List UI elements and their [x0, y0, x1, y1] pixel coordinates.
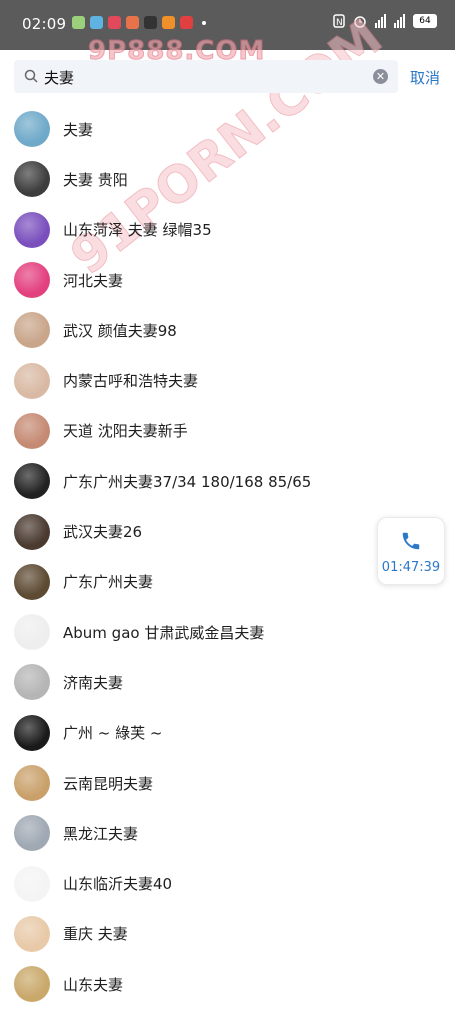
app-icon — [144, 16, 157, 29]
contact-name: 济南夫妻 — [63, 673, 124, 692]
list-item[interactable]: 河北夫妻 — [0, 255, 455, 305]
avatar[interactable] — [14, 664, 50, 701]
call-duration: 01:47:39 — [381, 560, 441, 575]
list-item[interactable]: 济南夫妻 — [0, 657, 455, 707]
contact-name: 内蒙古呼和浩特夫妻 — [63, 372, 199, 391]
avatar[interactable] — [14, 312, 50, 349]
avatar[interactable] — [14, 111, 50, 148]
search-input[interactable]: 夫妻 — [44, 67, 74, 88]
list-item[interactable]: 重庆 夫妻 — [0, 909, 455, 959]
contact-name: 武汉夫妻26 — [63, 523, 143, 542]
contact-name: 山东菏泽 夫妻 绿帽35 — [63, 221, 212, 240]
app-icon — [90, 16, 103, 29]
app-icon — [162, 16, 175, 29]
phone-icon — [402, 532, 420, 550]
list-item[interactable]: 广东广州夫妻37/34 180/168 85/65 — [0, 456, 455, 506]
avatar[interactable] — [14, 362, 50, 399]
status-time: 02:09 — [22, 15, 67, 33]
search-icon — [24, 69, 38, 83]
list-item[interactable]: 武汉 颜值夫妻98 — [0, 305, 455, 355]
signal-icon — [394, 14, 405, 28]
contact-name: 云南昆明夫妻 — [63, 774, 154, 793]
list-item[interactable]: 山东菏泽 夫妻 绿帽35 — [0, 205, 455, 255]
contact-name: 黑龙江夫妻 — [63, 824, 139, 843]
contact-name: Abum gao 甘肃武威金昌夫妻 — [63, 623, 265, 642]
avatar[interactable] — [14, 463, 50, 500]
avatar[interactable] — [14, 262, 50, 299]
contact-name: 河北夫妻 — [63, 271, 124, 290]
battery-icon: 64 — [413, 14, 437, 28]
contact-name: 天道 沈阳夫妻新手 — [63, 422, 188, 441]
list-item[interactable]: 山东临沂夫妻40 — [0, 858, 455, 908]
contact-name: 山东临沂夫妻40 — [63, 875, 173, 894]
avatar[interactable] — [14, 412, 50, 449]
signal-icon — [375, 14, 386, 28]
avatar[interactable] — [14, 714, 50, 751]
cancel-button[interactable]: 取消 — [410, 67, 440, 88]
contact-name: 山东夫妻 — [63, 975, 124, 994]
avatar[interactable] — [14, 161, 50, 198]
avatar[interactable] — [14, 966, 50, 1003]
avatar[interactable] — [14, 815, 50, 852]
contact-name: 武汉 颜值夫妻98 — [63, 321, 177, 340]
list-item[interactable]: 夫妻 贵阳 — [0, 154, 455, 204]
contact-name: 夫妻 贵阳 — [63, 170, 128, 189]
call-float-window[interactable]: 01:47:39 — [377, 517, 445, 585]
list-item[interactable]: 夫妻 — [0, 104, 455, 154]
avatar[interactable] — [14, 211, 50, 248]
contact-name: 广东广州夫妻 — [63, 573, 154, 592]
wechat-icon — [72, 16, 85, 29]
contact-name: 夫妻 — [63, 120, 94, 139]
app-icon — [108, 16, 121, 29]
avatar[interactable] — [14, 513, 50, 550]
avatar[interactable] — [14, 563, 50, 600]
list-item[interactable]: 内蒙古呼和浩特夫妻 — [0, 355, 455, 405]
list-item[interactable]: 云南昆明夫妻 — [0, 758, 455, 808]
contact-name: 重庆 夫妻 — [63, 925, 128, 944]
list-item[interactable]: 黑龙江夫妻 — [0, 808, 455, 858]
clear-icon[interactable]: ✕ — [373, 69, 388, 84]
contact-name: 广州 ~ 綠芙 ~ — [63, 724, 163, 743]
list-item[interactable]: 山东夫妻 — [0, 959, 455, 1009]
list-item[interactable]: 天道 沈阳夫妻新手 — [0, 406, 455, 456]
app-icon — [180, 16, 193, 29]
avatar[interactable] — [14, 614, 50, 651]
avatar[interactable] — [14, 765, 50, 801]
avatar[interactable] — [14, 865, 50, 902]
avatar[interactable] — [14, 915, 50, 952]
contact-name: 广东广州夫妻37/34 180/168 85/65 — [63, 472, 312, 491]
notification-icons — [72, 16, 206, 29]
more-dot-icon — [202, 20, 206, 25]
list-item[interactable]: Abum gao 甘肃武威金昌夫妻 — [0, 607, 455, 657]
app-icon — [126, 16, 139, 29]
list-item[interactable]: 广州 ~ 綠芙 ~ — [0, 708, 455, 758]
search-bar[interactable]: 夫妻 ✕ — [14, 60, 398, 93]
